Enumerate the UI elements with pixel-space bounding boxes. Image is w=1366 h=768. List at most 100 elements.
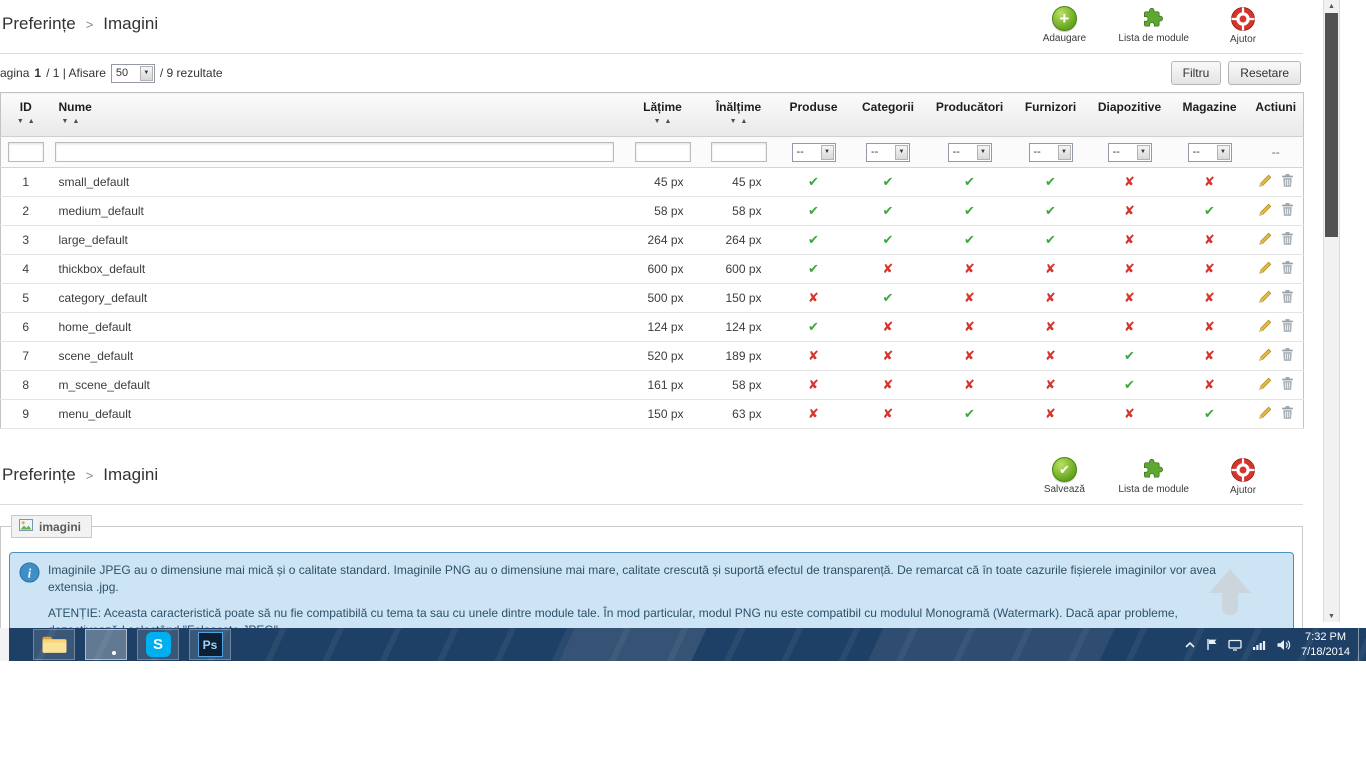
enabled-check-icon[interactable]: ✔ xyxy=(964,406,975,422)
enabled-check-icon[interactable]: ✔ xyxy=(808,261,819,277)
delete-button[interactable] xyxy=(1281,231,1294,246)
categories-filter-select[interactable]: -- ▼ xyxy=(866,142,910,162)
disabled-cross-icon[interactable]: ✘ xyxy=(1124,261,1135,277)
disabled-cross-icon[interactable]: ✘ xyxy=(1204,319,1215,335)
manufacturers-filter-select[interactable]: -- ▼ xyxy=(947,142,992,162)
width-filter-input[interactable] xyxy=(634,142,691,162)
scrollbar-up-icon[interactable] xyxy=(1324,0,1339,12)
edit-button[interactable] xyxy=(1258,289,1273,304)
disabled-cross-icon[interactable]: ✘ xyxy=(1124,319,1135,335)
sort-asc-icon[interactable]: ▲ xyxy=(665,118,672,125)
sort-desc-icon[interactable]: ▼ xyxy=(62,118,69,125)
disabled-cross-icon[interactable]: ✘ xyxy=(1124,232,1135,248)
taskbar-app-skype[interactable]: S xyxy=(137,629,179,660)
edit-button[interactable] xyxy=(1258,405,1273,420)
enabled-check-icon[interactable]: ✔ xyxy=(883,232,894,248)
table-row[interactable]: 9 menu_default 150 px 63 px ✘ ✘ ✔ ✘ ✘ ✔ xyxy=(0,399,1304,429)
edit-button[interactable] xyxy=(1258,231,1273,246)
table-row[interactable]: 4 thickbox_default 600 px 600 px ✔ ✘ ✘ ✘ ✘ ✘ xyxy=(0,254,1304,284)
disabled-cross-icon[interactable]: ✘ xyxy=(964,348,975,364)
scroll-to-top-button[interactable] xyxy=(1209,569,1251,621)
enabled-check-icon[interactable]: ✔ xyxy=(808,203,819,219)
sort-desc-icon[interactable]: ▼ xyxy=(654,118,661,125)
delete-button[interactable] xyxy=(1281,260,1294,275)
enabled-check-icon[interactable]: ✔ xyxy=(808,174,819,190)
disabled-cross-icon[interactable]: ✘ xyxy=(1124,203,1135,219)
disabled-cross-icon[interactable]: ✘ xyxy=(964,261,975,277)
edit-button[interactable] xyxy=(1258,202,1273,217)
network-signal-icon[interactable] xyxy=(1252,639,1266,651)
edit-button[interactable] xyxy=(1258,173,1273,188)
edit-button[interactable] xyxy=(1258,376,1273,391)
header-action-help[interactable]: Ajutor xyxy=(1213,457,1273,496)
disabled-cross-icon[interactable]: ✘ xyxy=(1204,261,1215,277)
disabled-cross-icon[interactable]: ✘ xyxy=(1045,377,1056,393)
table-row[interactable]: 1 small_default 45 px 45 px ✔ ✔ ✔ ✔ ✘ ✘ xyxy=(0,167,1304,197)
disabled-cross-icon[interactable]: ✘ xyxy=(1204,232,1215,248)
disabled-cross-icon[interactable]: ✘ xyxy=(883,319,894,335)
filter-button[interactable]: Filtru xyxy=(1170,61,1222,85)
disabled-cross-icon[interactable]: ✘ xyxy=(1045,261,1056,277)
enabled-check-icon[interactable]: ✔ xyxy=(1204,406,1215,422)
disabled-cross-icon[interactable]: ✘ xyxy=(1204,174,1215,190)
disabled-cross-icon[interactable]: ✘ xyxy=(1045,319,1056,335)
sort-asc-icon[interactable]: ▲ xyxy=(28,118,35,125)
header-action-help[interactable]: Ajutor xyxy=(1213,6,1273,45)
touch-keyboard-icon[interactable] xyxy=(1228,639,1242,651)
disabled-cross-icon[interactable]: ✘ xyxy=(1124,290,1135,306)
table-row[interactable]: 2 medium_default 58 px 58 px ✔ ✔ ✔ ✔ ✘ ✔ xyxy=(0,196,1304,226)
sort-desc-icon[interactable]: ▼ xyxy=(17,118,24,125)
edit-button[interactable] xyxy=(1258,260,1273,275)
taskbar-app-chrome[interactable] xyxy=(85,629,127,660)
table-row[interactable]: 5 category_default 500 px 150 px ✘ ✔ ✘ ✘ ✘ ✘ xyxy=(0,283,1304,313)
disabled-cross-icon[interactable]: ✘ xyxy=(883,406,894,422)
start-button[interactable] xyxy=(0,628,9,661)
show-desktop-button[interactable] xyxy=(1358,628,1366,661)
disabled-cross-icon[interactable]: ✘ xyxy=(1124,406,1135,422)
breadcrumb-root[interactable]: Preferințe xyxy=(2,14,76,34)
delete-button[interactable] xyxy=(1281,289,1294,304)
stores-filter-select[interactable]: -- ▼ xyxy=(1187,142,1232,162)
delete-button[interactable] xyxy=(1281,318,1294,333)
reset-button[interactable]: Resetare xyxy=(1228,61,1301,85)
name-filter-input[interactable] xyxy=(54,142,614,162)
volume-icon[interactable] xyxy=(1276,639,1291,651)
taskbar-app-explorer[interactable] xyxy=(33,629,75,660)
enabled-check-icon[interactable]: ✔ xyxy=(883,203,894,219)
edit-button[interactable] xyxy=(1258,347,1273,362)
enabled-check-icon[interactable]: ✔ xyxy=(964,203,975,219)
scrollbar-down-icon[interactable] xyxy=(1324,610,1339,622)
scrollbar-thumb[interactable] xyxy=(1325,13,1338,237)
disabled-cross-icon[interactable]: ✘ xyxy=(1124,174,1135,190)
products-filter-select[interactable]: -- ▼ xyxy=(791,142,836,162)
edit-button[interactable] xyxy=(1258,318,1273,333)
table-row[interactable]: 8 m_scene_default 161 px 58 px ✘ ✘ ✘ ✘ ✔ ✘ xyxy=(0,370,1304,400)
disabled-cross-icon[interactable]: ✘ xyxy=(964,377,975,393)
enabled-check-icon[interactable]: ✔ xyxy=(964,174,975,190)
disabled-cross-icon[interactable]: ✘ xyxy=(808,348,819,364)
header-action-modules[interactable]: Lista de module xyxy=(1118,457,1189,496)
enabled-check-icon[interactable]: ✔ xyxy=(1204,203,1215,219)
header-action-add[interactable]: + Adaugare xyxy=(1034,6,1094,45)
header-action-modules[interactable]: Lista de module xyxy=(1118,6,1189,45)
disabled-cross-icon[interactable]: ✘ xyxy=(1204,290,1215,306)
disabled-cross-icon[interactable]: ✘ xyxy=(1045,290,1056,306)
id-filter-input[interactable] xyxy=(7,142,44,162)
sort-asc-icon[interactable]: ▲ xyxy=(741,118,748,125)
table-row[interactable]: 6 home_default 124 px 124 px ✔ ✘ ✘ ✘ ✘ ✘ xyxy=(0,312,1304,342)
delete-button[interactable] xyxy=(1281,376,1294,391)
enabled-check-icon[interactable]: ✔ xyxy=(808,319,819,335)
delete-button[interactable] xyxy=(1281,202,1294,217)
sort-asc-icon[interactable]: ▲ xyxy=(72,118,79,125)
delete-button[interactable] xyxy=(1281,347,1294,362)
enabled-check-icon[interactable]: ✔ xyxy=(1124,377,1135,393)
table-row[interactable]: 7 scene_default 520 px 189 px ✘ ✘ ✘ ✘ ✔ ✘ xyxy=(0,341,1304,371)
slides-filter-select[interactable]: -- ▼ xyxy=(1107,142,1152,162)
flag-icon[interactable] xyxy=(1206,638,1218,651)
taskbar-clock[interactable]: 7:32 PM 7/18/2014 xyxy=(1301,630,1350,659)
disabled-cross-icon[interactable]: ✘ xyxy=(808,406,819,422)
enabled-check-icon[interactable]: ✔ xyxy=(964,232,975,248)
height-filter-input[interactable] xyxy=(710,142,767,162)
disabled-cross-icon[interactable]: ✘ xyxy=(964,290,975,306)
disabled-cross-icon[interactable]: ✘ xyxy=(808,377,819,393)
